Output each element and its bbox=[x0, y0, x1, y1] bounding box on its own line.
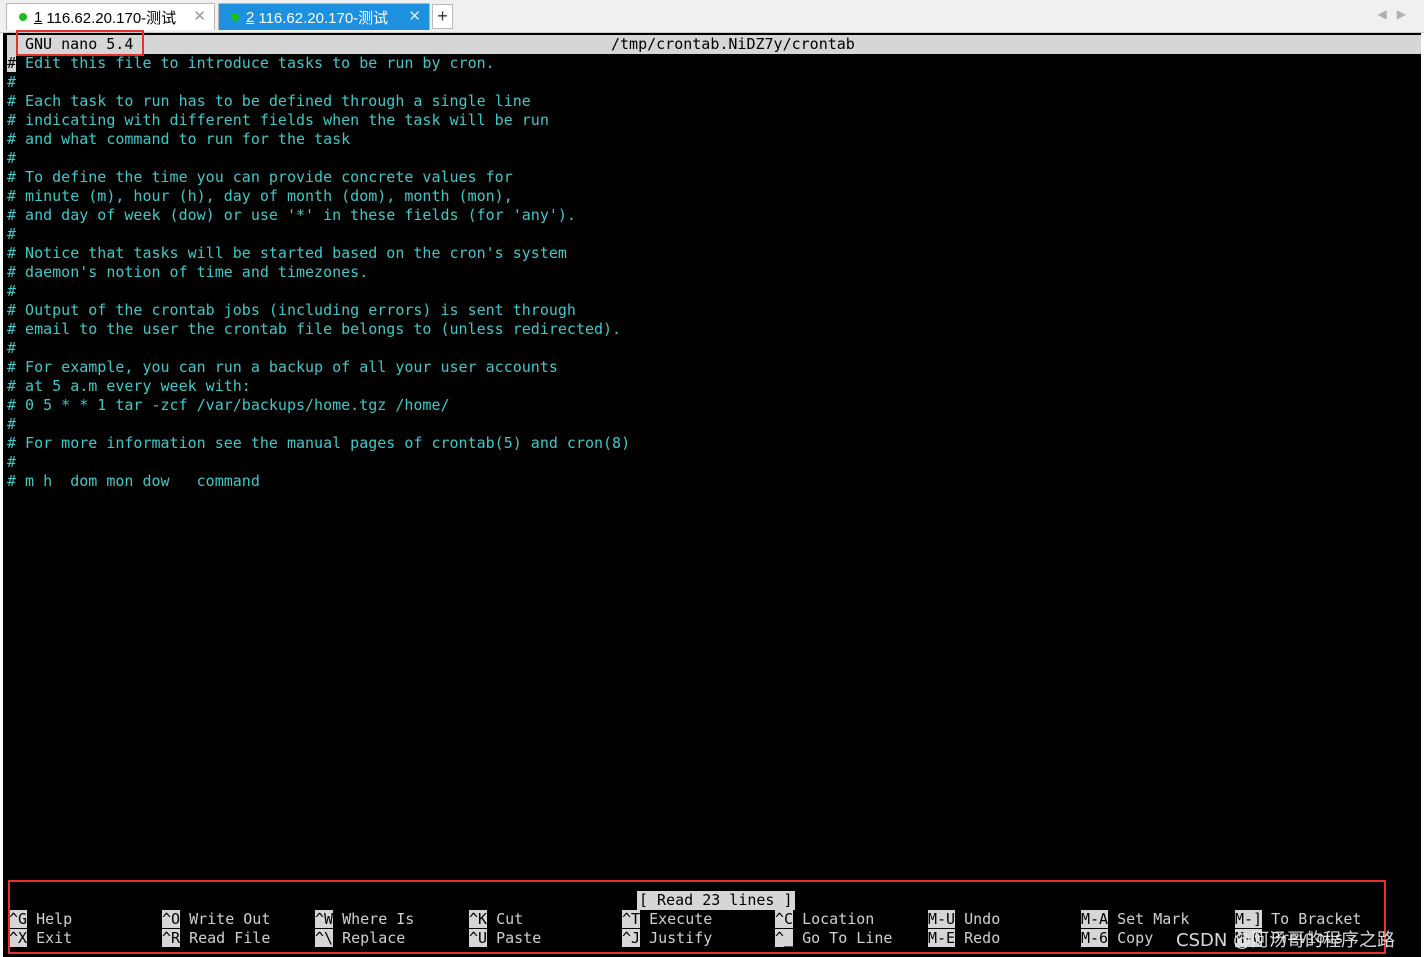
editor-line: # at 5 a.m every week with: bbox=[7, 377, 251, 395]
editor-line: # Each task to run has to be defined thr… bbox=[7, 92, 531, 110]
editor-line: # bbox=[7, 453, 17, 471]
scroll-right-icon[interactable]: ▶ bbox=[1397, 7, 1416, 21]
scroll-left-icon[interactable]: ◀ bbox=[1378, 7, 1397, 21]
file-path: /tmp/crontab.NiDZ7y/crontab bbox=[611, 35, 855, 53]
tab-label: 116.62.20.170-测试 bbox=[46, 9, 177, 27]
connected-status-icon bbox=[231, 13, 239, 21]
editor-line: # bbox=[7, 73, 17, 91]
editor-line: # Edit this file to introduce tasks to b… bbox=[7, 54, 1417, 73]
editor-line: # and day of week (dow) or use '*' in th… bbox=[7, 206, 576, 224]
editor-line: # To define the time you can provide con… bbox=[7, 168, 513, 186]
editor-line: # Output of the crontab jobs (including … bbox=[7, 301, 576, 319]
editor-line: # indicating with different fields when … bbox=[7, 111, 549, 129]
nano-title-bar: GNU nano 5.4 /tmp/crontab.NiDZ7y/crontab bbox=[7, 35, 1421, 54]
editor-line: # For example, you can run a backup of a… bbox=[7, 358, 558, 376]
connected-status-icon bbox=[19, 13, 27, 21]
close-icon[interactable]: ✕ bbox=[408, 7, 421, 25]
editor-line: # bbox=[7, 339, 17, 357]
editor-line: # minute (m), hour (h), day of month (do… bbox=[7, 187, 513, 205]
editor-line: # For more information see the manual pa… bbox=[7, 434, 631, 452]
watermark: CSDN @阿汤哥的程序之路 bbox=[1176, 930, 1396, 951]
editor-content[interactable]: # Edit this file to introduce tasks to b… bbox=[7, 54, 1417, 491]
annotation-box-version bbox=[16, 30, 144, 56]
editor-line-text: Edit this file to introduce tasks to be … bbox=[16, 54, 495, 72]
text-cursor: # bbox=[7, 54, 17, 72]
new-tab-button[interactable]: + bbox=[432, 4, 453, 29]
tab-scroll-arrows: ◀▶ bbox=[1378, 7, 1416, 21]
session-tab-bar: 1 116.62.20.170-测试 ✕ 2 116.62.20.170-测试 … bbox=[0, 0, 1424, 33]
editor-line: # Notice that tasks will be started base… bbox=[7, 244, 567, 262]
editor-line: # 0 5 * * 1 tar -zcf /var/backups/home.t… bbox=[7, 396, 450, 414]
terminal-window[interactable]: GNU nano 5.4 /tmp/crontab.NiDZ7y/crontab… bbox=[3, 33, 1421, 957]
editor-line: # bbox=[7, 225, 17, 243]
editor-line: # m h dom mon dow command bbox=[7, 472, 260, 490]
tab-number: 2 bbox=[246, 8, 255, 26]
tab-number: 1 bbox=[34, 8, 43, 26]
close-icon[interactable]: ✕ bbox=[193, 7, 206, 25]
editor-line: # bbox=[7, 282, 17, 300]
session-tab-2[interactable]: 2 116.62.20.170-测试 ✕ bbox=[218, 3, 430, 30]
editor-line: # bbox=[7, 415, 17, 433]
editor-line: # email to the user the crontab file bel… bbox=[7, 320, 622, 338]
editor-line: # and what command to run for the task bbox=[7, 130, 351, 148]
editor-line: # daemon's notion of time and timezones. bbox=[7, 263, 369, 281]
session-tab-1[interactable]: 1 116.62.20.170-测试 ✕ bbox=[6, 3, 215, 30]
editor-line: # bbox=[7, 149, 17, 167]
tab-label: 116.62.20.170-测试 bbox=[258, 9, 389, 27]
